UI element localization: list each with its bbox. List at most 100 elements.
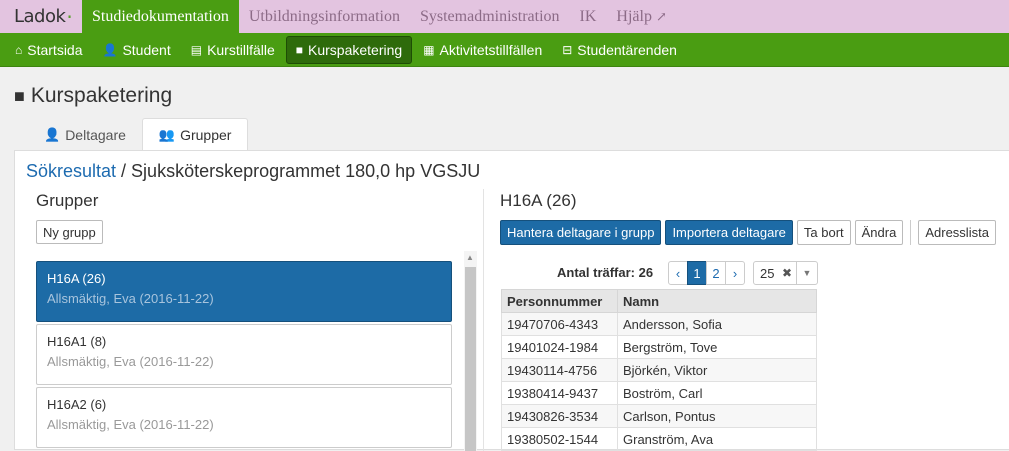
folder-icon: ■ xyxy=(14,85,25,106)
table-row[interactable]: 19470706-4343 Andersson, Sofia xyxy=(501,312,817,336)
cell-namn: Boström, Carl xyxy=(617,381,817,405)
top-nav-studiedokumentation[interactable]: Studiedokumentation xyxy=(82,0,239,33)
pager-page-1[interactable]: 1 xyxy=(687,261,707,285)
cell-personnummer: 19470706-4343 xyxy=(501,312,618,336)
sub-nav-startsida[interactable]: ⌂ Startsida xyxy=(6,37,92,63)
group-list: H16A (26) Allsmäktig, Eva (2016-11-22) H… xyxy=(36,261,452,450)
import-participants-button[interactable]: Importera deltagare xyxy=(665,220,793,245)
group-name: H16A2 (6) xyxy=(47,397,107,412)
logo-dot: · xyxy=(66,4,73,29)
page-title: ■ Kurspaketering xyxy=(14,84,172,108)
sub-nav: ⌂ Startsida 👤 Student ▤ Kurstillfälle ■ … xyxy=(0,33,1009,67)
tab-label: Deltagare xyxy=(65,126,126,143)
cell-namn: Granström, Ava xyxy=(617,427,817,451)
column-header-namn[interactable]: Namn xyxy=(617,289,817,313)
group-name: H16A1 (8) xyxy=(47,334,107,349)
top-nav-hjalp[interactable]: Hjälp ↗ xyxy=(606,0,676,33)
sub-nav-label: Studentärenden xyxy=(577,41,677,58)
group-list-scrollbar[interactable]: ▲ xyxy=(464,251,477,451)
table-row[interactable]: 19430826-3534 Carlson, Pontus xyxy=(501,404,817,428)
top-bar: Ladok · Studiedokumentation Utbildningsin… xyxy=(0,0,1009,33)
group-created: Allsmäktig, Eva (2016-11-22) xyxy=(47,417,214,432)
tab-deltagare[interactable]: 👤 Deltagare xyxy=(28,118,142,151)
cell-namn: Björkén, Viktor xyxy=(617,358,817,382)
top-nav-ik[interactable]: IK xyxy=(570,0,607,33)
sub-nav-label: Student xyxy=(122,41,171,58)
pagination: ‹ 1 2 › xyxy=(668,261,745,285)
participants-table: Personnummer Namn 19470706-4343 Andersso… xyxy=(501,289,817,451)
page-size-value: 25 xyxy=(760,265,775,281)
content-panel: Sökresultat / Sjuksköterskeprogrammet 18… xyxy=(14,150,1009,451)
external-link-icon: ↗ xyxy=(655,8,667,24)
sub-nav-label: Kurstillfälle xyxy=(207,41,275,58)
breadcrumb: Sökresultat / Sjuksköterskeprogrammet 18… xyxy=(26,161,480,182)
edit-button[interactable]: Ändra xyxy=(854,220,904,245)
group-actions: Hantera deltagare i grupp Importera delt… xyxy=(500,220,1000,245)
users-icon: 👥 xyxy=(158,127,176,142)
sub-nav-kurstillfalle[interactable]: ▤ Kurstillfälle xyxy=(182,37,284,63)
scroll-up-arrow-icon[interactable]: ▲ xyxy=(466,253,474,262)
panel-divider xyxy=(483,189,484,451)
cell-personnummer: 19380502-1544 xyxy=(501,427,618,451)
hit-count: Antal träffar: 26 xyxy=(557,265,654,280)
breadcrumb-current: / Sjuksköterskeprogrammet 180,0 hp VGSJU xyxy=(116,161,481,181)
book-icon: ▤ xyxy=(190,42,203,57)
logo-text: Ladok xyxy=(14,6,66,27)
top-nav: Studiedokumentation Utbildningsinformati… xyxy=(82,0,677,33)
cell-namn: Carlson, Pontus xyxy=(617,404,817,428)
top-nav-systemadministration[interactable]: Systemadministration xyxy=(410,0,570,33)
cell-personnummer: 19380414-9437 xyxy=(501,381,618,405)
calendar-icon: ▦ xyxy=(423,42,435,57)
cell-personnummer: 19430826-3534 xyxy=(501,404,618,428)
tab-grupper[interactable]: 👥 Grupper xyxy=(141,118,249,151)
sub-nav-label: Kurspaketering xyxy=(308,41,403,58)
chevron-down-icon[interactable]: ▼ xyxy=(796,262,817,284)
cell-namn: Andersson, Sofia xyxy=(617,312,817,336)
new-group-button[interactable]: Ny grupp xyxy=(36,220,103,244)
cell-personnummer: 19401024-1984 xyxy=(501,335,618,359)
top-nav-hjalp-label: Hjälp xyxy=(616,7,652,25)
folder-icon: ■ xyxy=(295,42,304,57)
ladok-logo[interactable]: Ladok · xyxy=(0,0,82,33)
home-icon: ⌂ xyxy=(15,42,23,57)
group-name: H16A (26) xyxy=(47,271,106,286)
groups-heading: Grupper xyxy=(36,191,99,210)
tab-bar: 👤 Deltagare 👥 Grupper xyxy=(28,118,249,151)
manage-participants-button[interactable]: Hantera deltagare i grupp xyxy=(500,220,662,245)
group-item-h16a[interactable]: H16A (26) Allsmäktig, Eva (2016-11-22) xyxy=(36,261,452,322)
breadcrumb-sokresultat-link[interactable]: Sökresultat xyxy=(26,161,116,181)
page-title-text: Kurspaketering xyxy=(30,84,173,107)
pager-next-button[interactable]: › xyxy=(725,261,745,285)
group-detail-heading: H16A (26) xyxy=(500,191,577,210)
pager-page-2[interactable]: 2 xyxy=(706,261,726,285)
user-icon: 👤 xyxy=(102,42,118,57)
sub-nav-label: Startsida xyxy=(27,41,83,58)
table-row[interactable]: 19401024-1984 Bergström, Tove xyxy=(501,335,817,359)
inbox-icon: ⊟ xyxy=(562,42,573,57)
group-created: Allsmäktig, Eva (2016-11-22) xyxy=(47,354,214,369)
sub-nav-studentarenden[interactable]: ⊟ Studentärenden xyxy=(553,37,686,63)
pager-prev-button[interactable]: ‹ xyxy=(668,261,688,285)
page-size-select[interactable]: 25 ✖ ▼ xyxy=(753,261,818,285)
sub-nav-student[interactable]: 👤 Student xyxy=(94,37,180,63)
sub-nav-aktivitetstillfallen[interactable]: ▦ Aktivitetstillfällen xyxy=(414,37,551,63)
scrollbar-thumb[interactable] xyxy=(465,267,476,451)
table-header-row: Personnummer Namn xyxy=(501,289,817,313)
cell-personnummer: 19430114-4756 xyxy=(501,358,618,382)
top-nav-utbildningsinformation[interactable]: Utbildningsinformation xyxy=(239,0,410,33)
column-header-personnummer[interactable]: Personnummer xyxy=(501,289,618,313)
address-list-button[interactable]: Adresslista xyxy=(918,220,996,245)
table-row[interactable]: 19380502-1544 Granström, Ava xyxy=(501,427,817,451)
tab-label: Grupper xyxy=(180,127,232,143)
group-created: Allsmäktig, Eva (2016-11-22) xyxy=(47,291,214,306)
delete-button[interactable]: Ta bort xyxy=(796,220,851,245)
table-row[interactable]: 19430114-4756 Björkén, Viktor xyxy=(501,358,817,382)
actions-separator xyxy=(910,220,912,245)
cell-namn: Bergström, Tove xyxy=(617,335,817,359)
sub-nav-label: Aktivitetstillfällen xyxy=(439,41,543,58)
sub-nav-kurspaketering[interactable]: ■ Kurspaketering xyxy=(285,35,413,64)
table-row[interactable]: 19380414-9437 Boström, Carl xyxy=(501,381,817,405)
clear-icon[interactable]: ✖ xyxy=(778,266,796,280)
group-item-h16a2[interactable]: H16A2 (6) Allsmäktig, Eva (2016-11-22) xyxy=(36,387,452,448)
group-item-h16a1[interactable]: H16A1 (8) Allsmäktig, Eva (2016-11-22) xyxy=(36,324,452,385)
